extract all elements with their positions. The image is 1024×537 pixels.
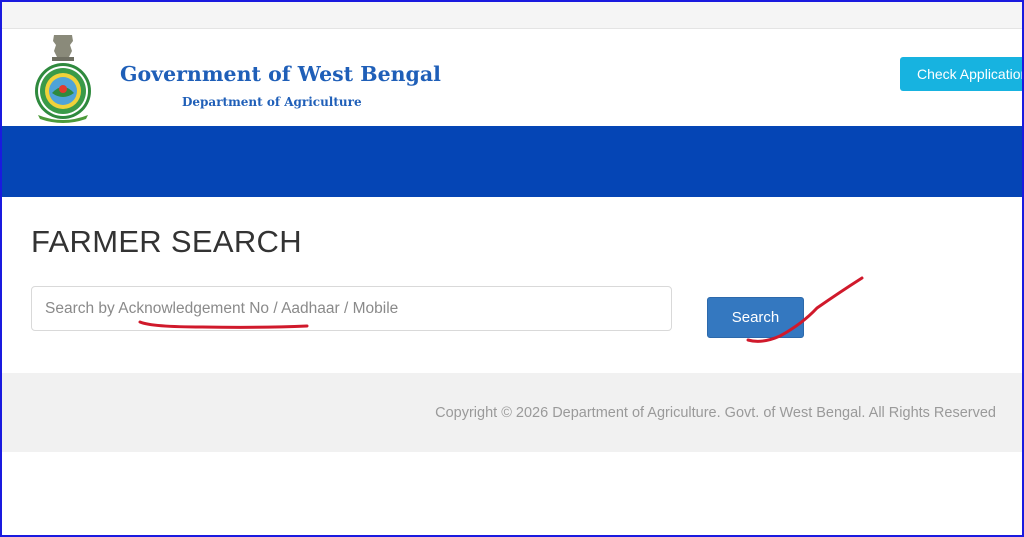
check-application-button[interactable]: Check Application	[900, 57, 1022, 91]
top-strip	[2, 2, 1022, 29]
brand-title: Government of West Bengal	[120, 62, 441, 86]
brand-subtitle: Department of Agriculture	[182, 95, 362, 109]
site-footer: Copyright © 2026 Department of Agricultu…	[2, 373, 1022, 452]
site-header: Government of West Bengal Department of …	[2, 29, 1022, 126]
search-input[interactable]	[31, 286, 672, 331]
page-title: FARMER SEARCH	[31, 224, 302, 259]
nav-bar	[2, 126, 1022, 197]
copyright-text: Copyright © 2026 Department of Agricultu…	[435, 405, 996, 421]
west-bengal-emblem-icon	[35, 35, 91, 123]
page-frame: Government of West Bengal Department of …	[0, 0, 1024, 537]
search-button[interactable]: Search	[707, 297, 804, 338]
